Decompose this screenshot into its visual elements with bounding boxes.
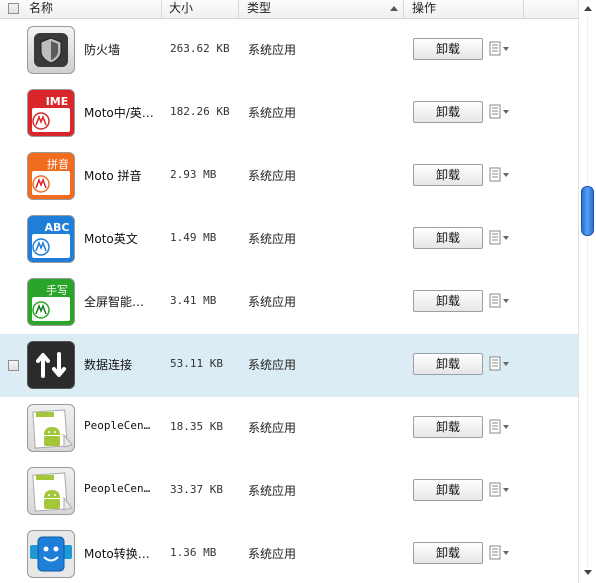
more-options-icon[interactable] bbox=[489, 167, 513, 183]
column-divider bbox=[238, 0, 239, 18]
select-all-checkbox[interactable] bbox=[8, 3, 19, 14]
app-type: 系统应用 bbox=[248, 358, 297, 372]
uninstall-button[interactable]: 卸载 bbox=[413, 164, 483, 186]
app-name: Moto 拼音 bbox=[84, 169, 142, 183]
uninstall-button[interactable]: 卸载 bbox=[413, 290, 483, 312]
app-size: 182.26 KB bbox=[170, 105, 230, 118]
data-connection-icon bbox=[27, 341, 75, 389]
uninstall-button[interactable]: 卸载 bbox=[413, 479, 483, 501]
more-options-icon[interactable] bbox=[489, 41, 513, 57]
uninstall-button[interactable]: 卸载 bbox=[413, 101, 483, 123]
uninstall-button[interactable]: 卸载 bbox=[413, 38, 483, 60]
more-options-icon[interactable] bbox=[489, 230, 513, 246]
android-icon bbox=[27, 404, 75, 452]
more-options-icon[interactable] bbox=[489, 482, 513, 498]
app-name: 防火墙 bbox=[84, 43, 121, 57]
table-row[interactable]: 防火墙 263.62 KB 系统应用 卸载 bbox=[0, 19, 578, 82]
vertical-scrollbar[interactable] bbox=[578, 0, 596, 583]
table-row[interactable]: 数据连接 53.11 KB 系统应用 卸载 bbox=[0, 334, 578, 397]
app-type: 系统应用 bbox=[248, 106, 297, 120]
column-header-name[interactable]: 名称 bbox=[29, 0, 53, 18]
app-name: 数据连接 bbox=[84, 358, 133, 372]
more-options-icon[interactable] bbox=[489, 545, 513, 561]
moto-converter-icon bbox=[27, 530, 75, 578]
uninstall-button[interactable]: 卸载 bbox=[413, 416, 483, 438]
scroll-thumb[interactable] bbox=[581, 186, 594, 236]
table-row[interactable]: 拼音 Moto 拼音 2.93 MB 系统应用 卸载 bbox=[0, 145, 578, 208]
column-divider bbox=[161, 0, 162, 18]
app-list: 防火墙 263.62 KB 系统应用 卸载 IME Moto中/英… 182.2… bbox=[0, 19, 578, 583]
sort-ascending-icon bbox=[390, 6, 398, 11]
app-name: PeopleCen… bbox=[84, 419, 151, 432]
moto-handwriting-icon: 手写 bbox=[27, 278, 75, 326]
icon-label: 手写 bbox=[46, 283, 68, 297]
firewall-icon bbox=[27, 26, 75, 74]
icon-label: IME bbox=[46, 95, 69, 108]
app-size: 1.49 MB bbox=[170, 231, 217, 244]
more-options-icon[interactable] bbox=[489, 293, 513, 309]
app-type: 系统应用 bbox=[248, 295, 297, 309]
icon-label: ABC bbox=[45, 221, 70, 234]
app-size: 3.41 MB bbox=[170, 294, 217, 307]
android-icon bbox=[27, 467, 75, 515]
more-options-icon[interactable] bbox=[489, 356, 513, 372]
column-header-action: 操作 bbox=[412, 1, 437, 15]
app-name: Moto英文 bbox=[84, 232, 138, 246]
more-options-icon[interactable] bbox=[489, 419, 513, 435]
app-type: 系统应用 bbox=[248, 43, 297, 57]
scroll-up-arrow-icon[interactable] bbox=[584, 6, 592, 11]
app-size: 33.37 KB bbox=[170, 483, 223, 496]
column-divider bbox=[403, 0, 404, 18]
app-size: 2.93 MB bbox=[170, 168, 217, 181]
app-type: 系统应用 bbox=[248, 421, 297, 435]
app-name: PeopleCen… bbox=[84, 482, 151, 495]
app-size: 53.11 KB bbox=[170, 357, 223, 370]
table-row[interactable]: IME Moto中/英… 182.26 KB 系统应用 卸载 bbox=[0, 82, 578, 145]
table-row[interactable]: ABC Moto英文 1.49 MB 系统应用 卸载 bbox=[0, 208, 578, 271]
moto-pinyin-icon: 拼音 bbox=[27, 152, 75, 200]
column-divider bbox=[523, 0, 524, 18]
more-options-icon[interactable] bbox=[489, 104, 513, 120]
app-size: 1.36 MB bbox=[170, 546, 217, 559]
app-name: Moto转换… bbox=[84, 547, 150, 561]
table-row[interactable]: 手写 全屏智能… 3.41 MB 系统应用 卸载 bbox=[0, 271, 578, 334]
app-type: 系统应用 bbox=[248, 484, 297, 498]
moto-english-icon: ABC bbox=[27, 215, 75, 263]
uninstall-button[interactable]: 卸载 bbox=[413, 353, 483, 375]
scroll-track[interactable] bbox=[587, 16, 588, 568]
table-row[interactable]: PeopleCen… 18.35 KB 系统应用 卸载 bbox=[0, 397, 578, 460]
icon-label: 拼音 bbox=[47, 157, 69, 171]
app-type: 系统应用 bbox=[248, 232, 297, 246]
app-type: 系统应用 bbox=[248, 547, 297, 561]
column-header-type[interactable]: 类型 bbox=[247, 0, 271, 18]
column-header-size[interactable]: 大小 bbox=[169, 0, 193, 18]
row-checkbox[interactable] bbox=[8, 360, 19, 371]
app-type: 系统应用 bbox=[248, 169, 297, 183]
app-size: 18.35 KB bbox=[170, 420, 223, 433]
uninstall-button[interactable]: 卸载 bbox=[413, 227, 483, 249]
moto-ime-icon: IME bbox=[27, 89, 75, 137]
app-size: 263.62 KB bbox=[170, 42, 230, 55]
app-name: 全屏智能… bbox=[84, 295, 145, 309]
table-row[interactable]: Moto转换… 1.36 MB 系统应用 卸载 bbox=[0, 523, 578, 583]
table-row[interactable]: PeopleCen… 33.37 KB 系统应用 卸载 bbox=[0, 460, 578, 523]
app-name: Moto中/英… bbox=[84, 106, 154, 120]
table-header: 名称 大小 类型 操作 bbox=[0, 0, 578, 19]
scroll-down-arrow-icon[interactable] bbox=[584, 570, 592, 575]
uninstall-button[interactable]: 卸载 bbox=[413, 542, 483, 564]
